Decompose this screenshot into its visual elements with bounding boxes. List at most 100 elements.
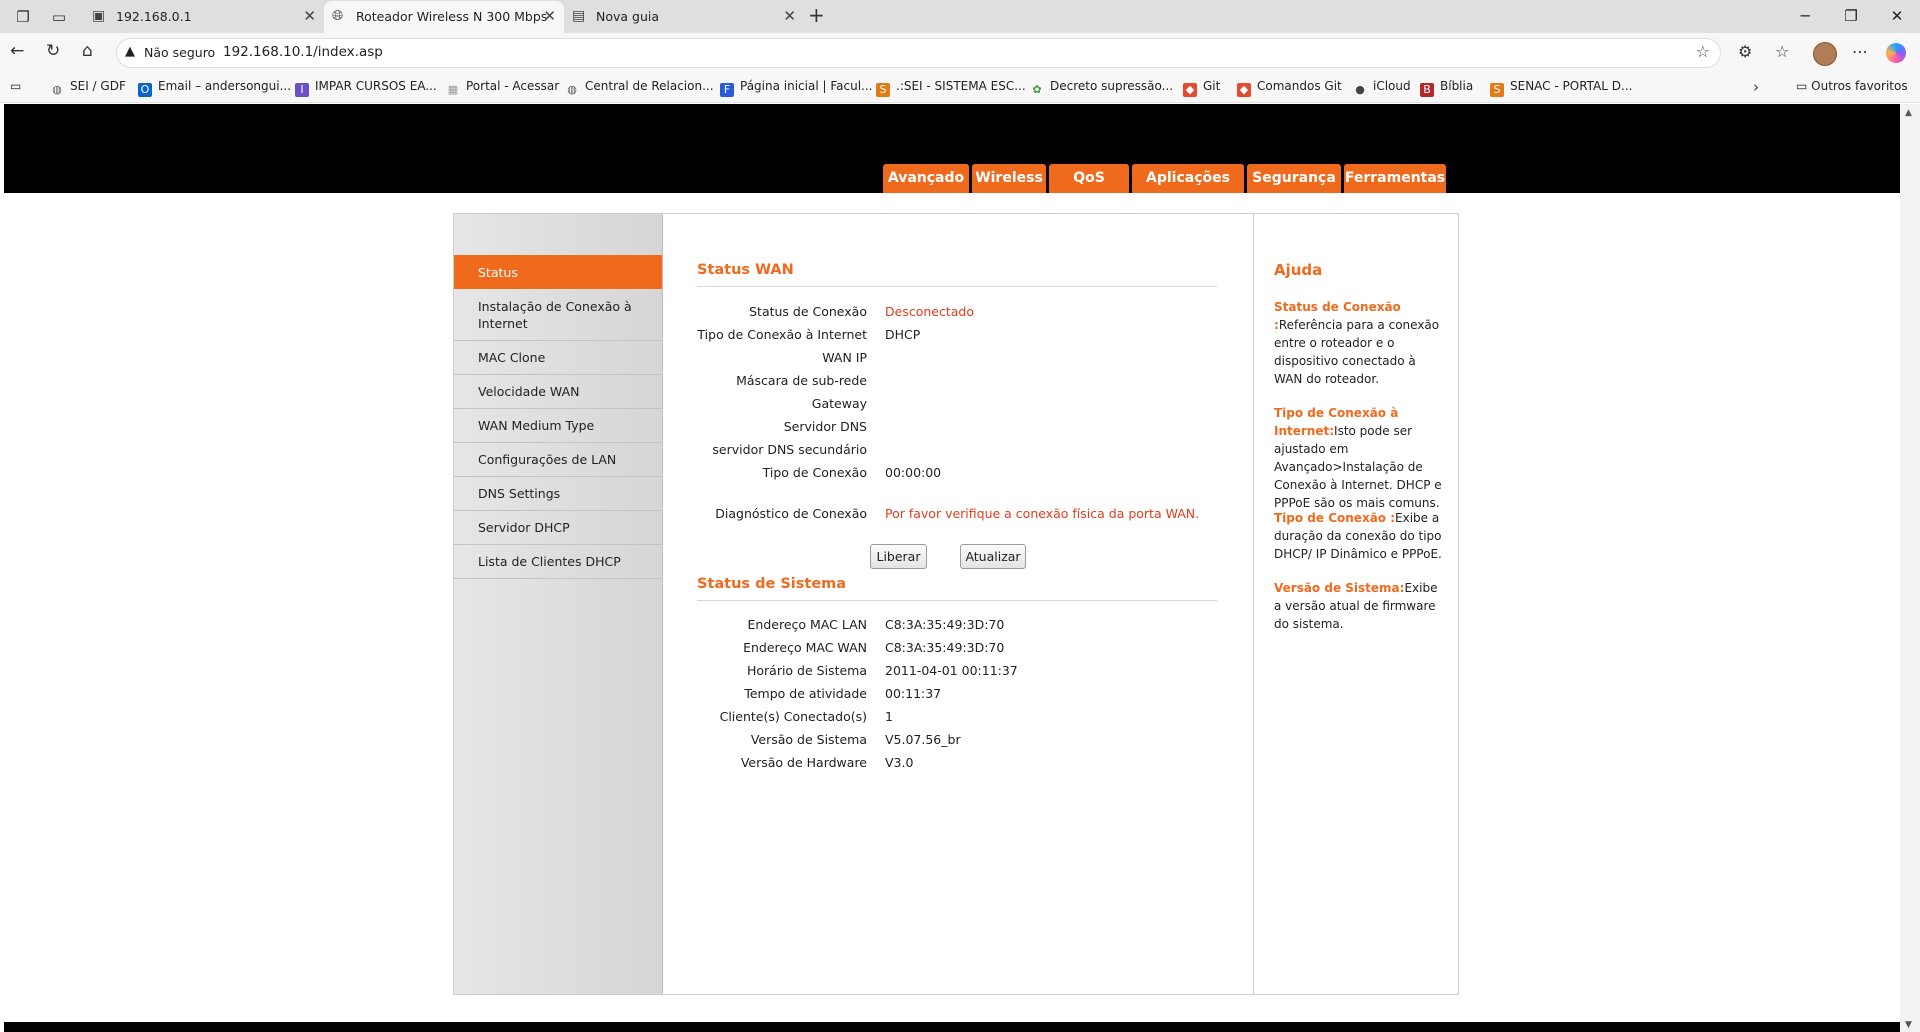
address-bar-row: ← ↻ ⌂ ▲ Não seguro 192.168.10.1/index.as… bbox=[0, 33, 1920, 74]
bookmark-label: IMPAR CURSOS EA... bbox=[315, 79, 437, 93]
secondary-dns-label: servidor DNS secundário bbox=[712, 442, 867, 457]
status-content: Status WAN Status de Conexão Desconectad… bbox=[670, 214, 1254, 994]
system-time-value: 2011-04-01 00:11:37 bbox=[885, 663, 1018, 678]
favorites-icon[interactable]: ☆ bbox=[1775, 42, 1789, 61]
close-tab-icon[interactable]: ✕ bbox=[783, 1, 796, 32]
bookmark-label: Portal - Acessar bbox=[466, 79, 560, 93]
bookmark-item[interactable]: ◆ Comandos Git bbox=[1237, 79, 1342, 97]
bookmark-item[interactable]: ● iCloud bbox=[1353, 79, 1410, 97]
close-window-icon[interactable]: ✕ bbox=[1874, 3, 1920, 29]
internet-connection-type-value: DHCP bbox=[885, 327, 921, 342]
hardware-version-label: Versão de Hardware bbox=[740, 755, 867, 770]
sidebar-item-dhcp-server[interactable]: Servidor DHCP bbox=[454, 511, 662, 545]
git-icon: ◆ bbox=[1237, 83, 1251, 97]
help-item: Tipo de Conexão à Internet:Isto pode ser… bbox=[1274, 404, 1446, 512]
bookmark-item[interactable]: B Bíblia bbox=[1420, 79, 1473, 97]
workspaces-icon[interactable]: ❐ bbox=[12, 6, 34, 28]
url-text[interactable]: 192.168.10.1/index.asp bbox=[223, 44, 383, 60]
bookmark-item[interactable]: F Página inicial | Facul... bbox=[720, 79, 872, 97]
refresh-button[interactable]: Atualizar bbox=[960, 544, 1026, 569]
tab-avancado[interactable]: Avançado bbox=[883, 164, 969, 193]
main-frame: Status Instalação de Conexão à Internet … bbox=[453, 213, 1459, 995]
git-icon: ◆ bbox=[1183, 83, 1197, 97]
bookmark-label: Decreto supressão... bbox=[1050, 79, 1174, 93]
minimize-icon[interactable]: ─ bbox=[1782, 3, 1828, 29]
back-icon[interactable]: ← bbox=[10, 41, 24, 61]
new-tab-icon[interactable]: + bbox=[808, 3, 825, 27]
sidebar-item-internet-setup[interactable]: Instalação de Conexão à Internet bbox=[454, 289, 662, 341]
system-status-title: Status de Sistema bbox=[697, 576, 847, 592]
sidebar-item-mac-clone[interactable]: MAC Clone bbox=[454, 341, 662, 375]
copilot-icon[interactable] bbox=[1886, 43, 1906, 63]
faculdade-icon: F bbox=[720, 83, 734, 97]
apple-icon: ● bbox=[1355, 83, 1365, 96]
sidebar-item-status[interactable]: Status bbox=[454, 255, 662, 289]
bookmark-item[interactable]: ◍ SEI / GDF bbox=[50, 79, 126, 97]
security-label[interactable]: Não seguro bbox=[144, 45, 215, 60]
footer-banner bbox=[4, 1022, 1900, 1032]
other-favorites[interactable]: ▭ Outros favoritos bbox=[1796, 79, 1908, 93]
folder-icon: ▭ bbox=[1796, 79, 1812, 93]
sidebar-item-lan-settings[interactable]: Configurações de LAN bbox=[454, 443, 662, 477]
profile-avatar[interactable] bbox=[1813, 42, 1837, 66]
page-scrollbar[interactable]: ▲ ▼ bbox=[1900, 104, 1920, 1032]
sidebar-item-wan-medium-type[interactable]: WAN Medium Type bbox=[454, 409, 662, 443]
bookmark-item[interactable]: S SENAC - PORTAL D... bbox=[1490, 79, 1632, 97]
scroll-down-icon[interactable]: ▼ bbox=[1905, 1020, 1912, 1030]
bookmark-label: Página inicial | Facul... bbox=[740, 79, 873, 93]
address-bar[interactable]: ▲ Não seguro 192.168.10.1/index.asp ☆ bbox=[116, 38, 1721, 68]
help-item: Versão de Sistema:Exibe a versão atual d… bbox=[1274, 579, 1446, 633]
warning-icon[interactable]: ▲ bbox=[125, 44, 135, 59]
tab-title: Nova guia bbox=[596, 9, 660, 24]
new-tab-page-icon: ▤ bbox=[572, 8, 586, 24]
home-icon[interactable]: ⌂ bbox=[82, 41, 93, 61]
browser-tab-1[interactable]: ▣ 192.168.0.1 ✕ bbox=[84, 1, 324, 33]
globe-icon: ◍ bbox=[52, 83, 62, 96]
bookmark-label: SENAC - PORTAL D... bbox=[1510, 79, 1633, 93]
bookmark-item[interactable]: O Email – andersongui... bbox=[138, 79, 291, 97]
wan-status-title: Status WAN bbox=[697, 262, 794, 278]
diagnostic-value: Por favor verifique a conexão física da … bbox=[885, 506, 1200, 521]
dns-server-label: Servidor DNS bbox=[783, 419, 867, 434]
bookmark-item[interactable]: ▦ Portal - Acessar bbox=[446, 79, 559, 97]
scroll-up-icon[interactable]: ▲ bbox=[1905, 108, 1912, 118]
extensions-icon[interactable]: ⚙ bbox=[1738, 42, 1752, 61]
bookmark-item[interactable]: ◆ Git bbox=[1183, 79, 1220, 97]
connected-clients-label: Cliente(s) Conectado(s) bbox=[719, 709, 867, 724]
reload-icon[interactable]: ↻ bbox=[46, 41, 60, 61]
help-divider bbox=[1253, 214, 1254, 994]
bookmark-item[interactable]: ✿ Decreto supressão... bbox=[1030, 79, 1173, 97]
more-menu-icon[interactable]: ⋯ bbox=[1852, 42, 1868, 61]
tab-seguranca[interactable]: Segurança bbox=[1247, 164, 1341, 193]
bookmark-label: Bíblia bbox=[1440, 79, 1474, 93]
connection-status-label: Status de Conexão bbox=[749, 304, 867, 319]
tab-ferramentas[interactable]: Ferramentas bbox=[1344, 164, 1446, 193]
favorite-star-icon[interactable]: ☆ bbox=[1696, 42, 1710, 61]
sidebar-item-dhcp-client-list[interactable]: Lista de Clientes DHCP bbox=[454, 545, 662, 579]
bookmark-item[interactable]: I IMPAR CURSOS EA... bbox=[295, 79, 437, 97]
tab-aplicacoes[interactable]: Aplicações bbox=[1132, 164, 1244, 193]
globe-icon: ◍ bbox=[567, 83, 577, 96]
close-tab-icon[interactable]: ✕ bbox=[543, 1, 556, 32]
hardware-version-value: V3.0 bbox=[885, 755, 914, 770]
bookmark-item[interactable]: ◍ Central de Relacion... bbox=[565, 79, 713, 97]
sidebar-item-dns-settings[interactable]: DNS Settings bbox=[454, 477, 662, 511]
tab-actions-icon[interactable]: ▭ bbox=[48, 6, 70, 28]
tab-title: 192.168.0.1 bbox=[116, 9, 192, 24]
release-button[interactable]: Liberar bbox=[870, 544, 927, 569]
page-icon: ▣ bbox=[92, 8, 106, 24]
restore-icon[interactable]: ❐ bbox=[1828, 3, 1874, 29]
sidebar-item-wan-speed[interactable]: Velocidade WAN bbox=[454, 375, 662, 409]
internet-connection-type-label: Tipo de Conexão à Internet bbox=[697, 327, 867, 342]
chevron-right-icon[interactable]: › bbox=[1753, 78, 1759, 96]
reading-view-icon[interactable]: ▭ bbox=[10, 79, 21, 93]
close-tab-icon[interactable]: ✕ bbox=[303, 1, 316, 32]
wan-mac-label: Endereço MAC WAN bbox=[743, 640, 867, 655]
tab-qos[interactable]: QoS bbox=[1049, 164, 1129, 193]
bookmark-label: Git bbox=[1203, 79, 1221, 93]
browser-tab-2[interactable]: 🌐︎ Roteador Wireless N 300 Mbps ✕ bbox=[324, 1, 564, 33]
divider bbox=[697, 286, 1217, 287]
bookmark-item[interactable]: S .:SEI - SISTEMA ESC... bbox=[876, 79, 1026, 97]
tab-wireless[interactable]: Wireless bbox=[972, 164, 1046, 193]
browser-tab-3[interactable]: ▤ Nova guia ✕ bbox=[564, 1, 804, 33]
